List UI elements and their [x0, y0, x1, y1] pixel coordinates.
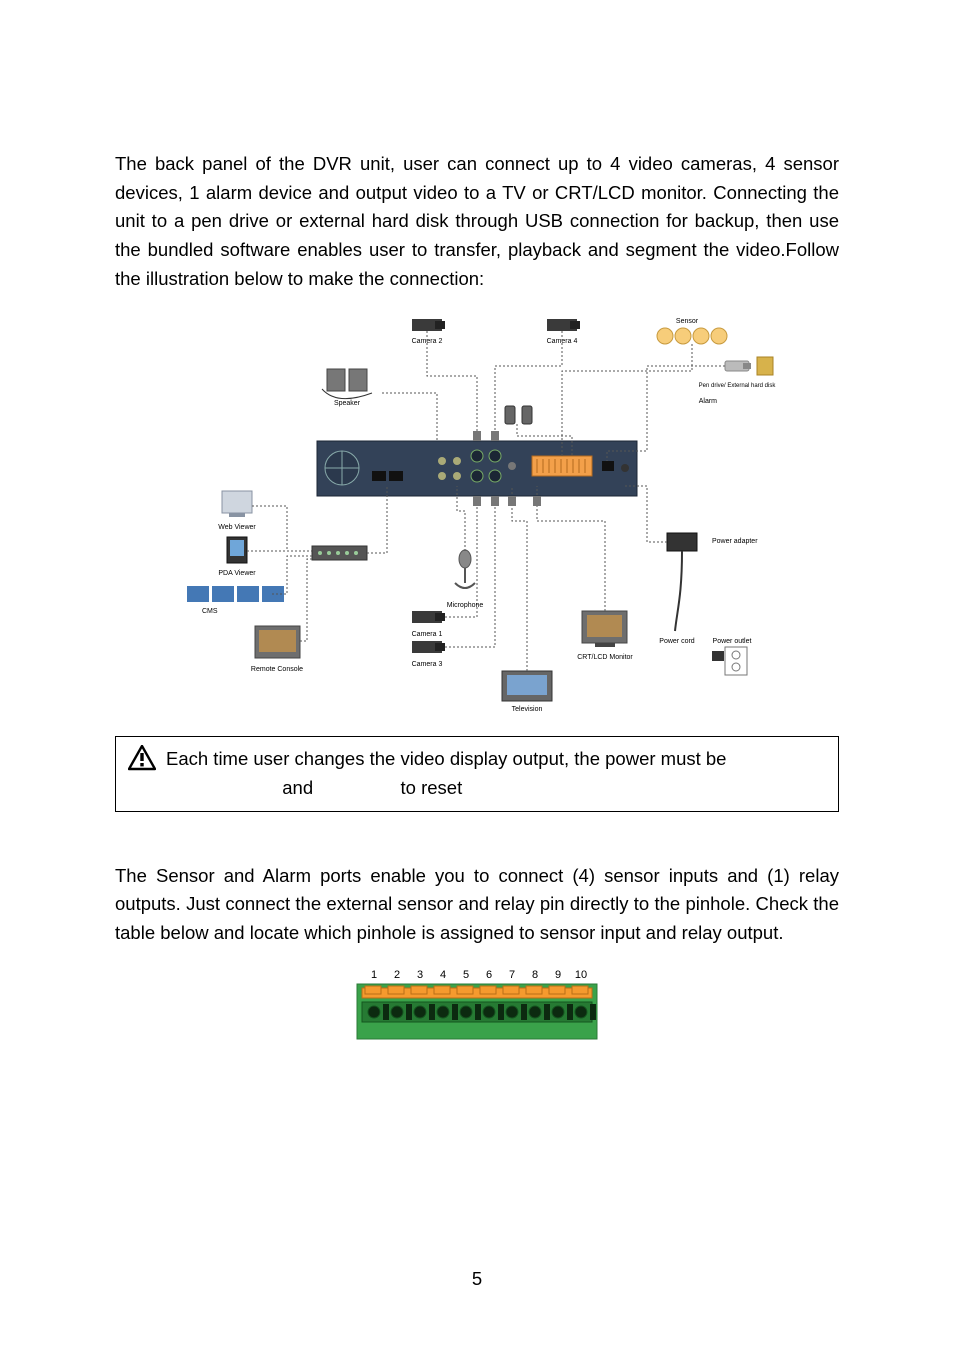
pin-num-9: 9 [555, 969, 561, 981]
pin-num-8: 8 [532, 969, 538, 981]
label-cms: CMS [202, 608, 218, 615]
pin-num-5: 5 [463, 969, 469, 981]
label-monitor: CRT/LCD Monitor [577, 654, 633, 661]
pin-num-1: 1 [371, 969, 377, 981]
label-sensor: Sensor [676, 318, 699, 325]
sensor-paragraph: The Sensor and Alarm ports enable you to… [115, 862, 839, 948]
page-number: 5 [0, 1268, 954, 1290]
pin-num-3: 3 [417, 969, 423, 981]
pinhole-diagram: 1 2 3 4 5 6 7 8 9 10 [347, 966, 607, 1046]
label-speaker: Speaker [334, 400, 361, 407]
label-power-cord: Power cord [659, 638, 695, 645]
label-pda-viewer: PDA Viewer [218, 570, 256, 577]
pin-num-2: 2 [394, 969, 400, 981]
label-remote-console: Remote Console [251, 666, 303, 673]
pin-num-7: 7 [509, 969, 515, 981]
warning-icon [128, 745, 156, 771]
callout-and: and [282, 777, 313, 798]
callout-line1: Each time user changes the video display… [166, 748, 726, 769]
label-television: Television [512, 706, 543, 711]
label-web-viewer: Web Viewer [218, 524, 256, 531]
pin-num-10: 10 [575, 969, 587, 981]
intro-paragraph: The back panel of the DVR unit, user can… [115, 150, 839, 293]
label-camera1: Camera 1 [412, 631, 443, 638]
back-panel-connection-diagram: Camera 2 Camera 4 Sensor Pen drive/ Exte… [177, 311, 777, 711]
label-microphone: Microphone [447, 602, 484, 609]
label-alarm: Alarm [699, 398, 717, 405]
pin-num-4: 4 [440, 969, 446, 981]
label-pendrive: Pen drive/ External hard disk [699, 383, 777, 389]
label-camera3: Camera 3 [412, 661, 443, 668]
pinhole-svg: 1 2 3 4 5 6 7 8 9 10 [347, 966, 607, 1046]
warning-callout: Each time user changes the video display… [115, 736, 839, 811]
connection-diagram-svg: Camera 2 Camera 4 Sensor Pen drive/ Exte… [177, 311, 777, 711]
label-power-adapter: Power adapter [712, 538, 758, 545]
callout-toreset: to reset [401, 777, 463, 798]
page: The back panel of the DVR unit, user can… [0, 0, 954, 1350]
label-power-outlet: Power outlet [713, 638, 752, 645]
callout-text: Each time user changes the video display… [166, 745, 826, 802]
pin-num-6: 6 [486, 969, 492, 981]
